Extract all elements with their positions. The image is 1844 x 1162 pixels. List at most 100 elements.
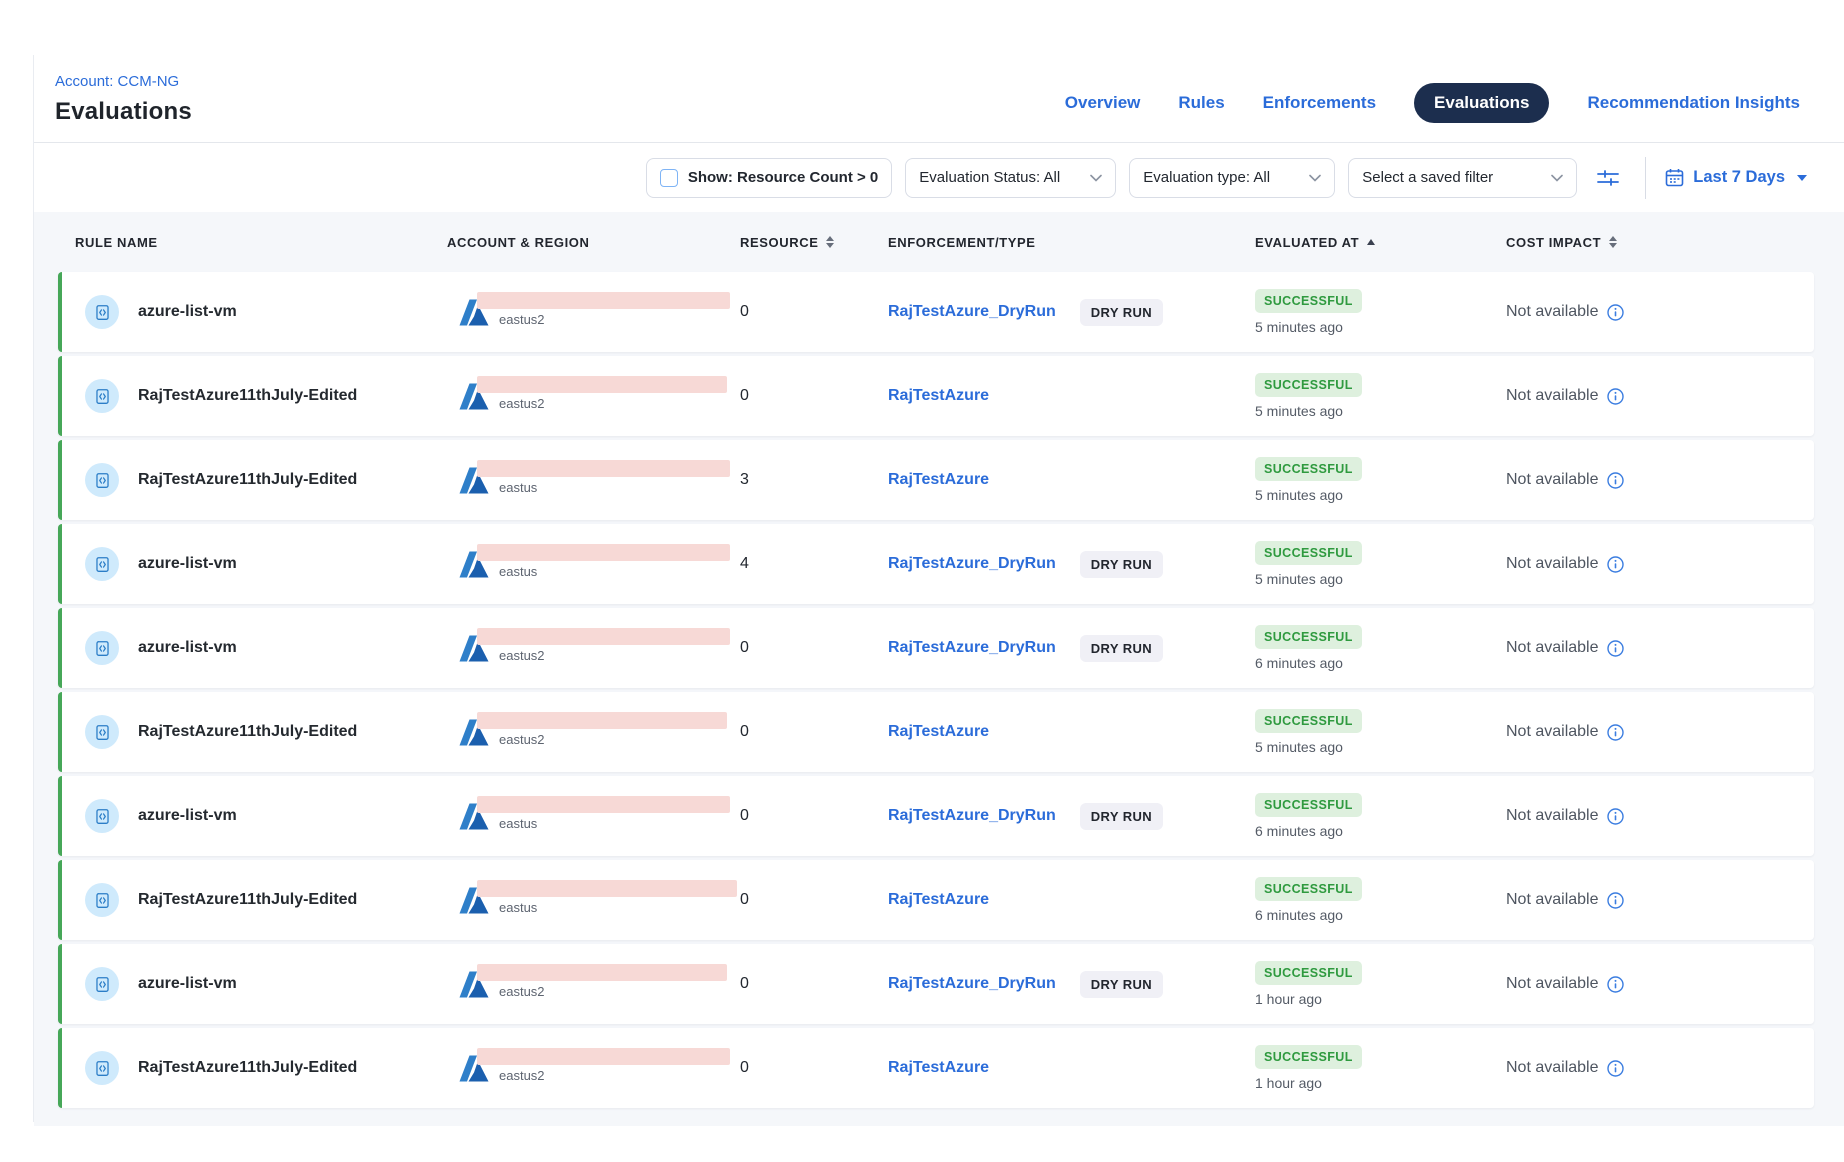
enforcement-link[interactable]: RajTestAzure_DryRun — [888, 555, 1056, 573]
sort-arrows-icon[interactable] — [1609, 236, 1617, 248]
table-row[interactable]: azure-list-vm eastus2 0 RajTestAzure_Dry… — [58, 608, 1814, 688]
enforcement-link[interactable]: RajTestAzure_DryRun — [888, 303, 1056, 321]
account-breadcrumb[interactable]: Account: CCM-NG — [55, 73, 179, 90]
info-icon[interactable] — [1607, 556, 1624, 573]
info-icon[interactable] — [1607, 640, 1624, 657]
redacted-account-name — [477, 292, 730, 309]
rule-cell: azure-list-vm — [62, 295, 447, 329]
table-row[interactable]: azure-list-vm eastus2 0 RajTestAzure_Dry… — [58, 272, 1814, 352]
table-row[interactable]: azure-list-vm eastus 4 RajTestAzure_DryR… — [58, 524, 1814, 604]
info-icon[interactable] — [1607, 1060, 1624, 1077]
column-header-evaluated-at[interactable]: EVALUATED AT — [1255, 235, 1506, 250]
sort-ascending-icon[interactable] — [1367, 239, 1375, 245]
enforcement-cell: RajTestAzure — [888, 387, 1255, 405]
chevron-down-icon — [1309, 174, 1321, 182]
table-row[interactable]: RajTestAzure11thJuly-Edited eastus2 0 Ra… — [58, 356, 1814, 436]
rule-name: azure-list-vm — [138, 303, 237, 321]
column-header-rule-name[interactable]: RULE NAME — [62, 235, 447, 250]
resource-count: 0 — [740, 387, 888, 405]
enforcement-cell: RajTestAzure_DryRun DRY RUN — [888, 299, 1255, 326]
enforcement-cell: RajTestAzure — [888, 1059, 1255, 1077]
calendar-icon — [1665, 168, 1684, 187]
cost-impact-value: Not available — [1506, 303, 1599, 321]
info-icon[interactable] — [1607, 808, 1624, 825]
column-header-enforcement-type[interactable]: ENFORCEMENT/TYPE — [888, 235, 1255, 250]
enforcement-link[interactable]: RajTestAzure_DryRun — [888, 807, 1056, 825]
enforcement-link[interactable]: RajTestAzure_DryRun — [888, 639, 1056, 657]
enforcement-cell: RajTestAzure — [888, 723, 1255, 741]
resource-count-checkbox[interactable] — [660, 169, 678, 187]
account-region-cell: eastus — [447, 466, 740, 495]
cost-impact-value: Not available — [1506, 471, 1599, 489]
column-header-resource[interactable]: RESOURCE — [740, 235, 888, 250]
account-region-cell: eastus2 — [447, 382, 740, 411]
filter-settings-button[interactable] — [1590, 160, 1626, 196]
status-badge: SUCCESSFUL — [1255, 625, 1362, 649]
rule-cell: azure-list-vm — [62, 967, 447, 1001]
info-icon[interactable] — [1607, 892, 1624, 909]
table-row[interactable]: RajTestAzure11thJuly-Edited eastus 3 Raj… — [58, 440, 1814, 520]
info-icon[interactable] — [1607, 388, 1624, 405]
resource-count: 0 — [740, 975, 888, 993]
status-badge: SUCCESSFUL — [1255, 1045, 1362, 1069]
table-row[interactable]: RajTestAzure11thJuly-Edited eastus2 0 Ra… — [58, 1028, 1814, 1108]
evaluated-at-cell: SUCCESSFUL 1 hour ago — [1255, 961, 1506, 1007]
evaluated-time: 5 minutes ago — [1255, 403, 1506, 419]
cost-impact-cell: Not available — [1506, 975, 1819, 993]
date-range-picker[interactable]: Last 7 Days — [1665, 168, 1807, 187]
enforcement-link[interactable]: RajTestAzure_DryRun — [888, 975, 1056, 993]
enforcement-link[interactable]: RajTestAzure — [888, 471, 989, 489]
region-label: eastus2 — [499, 648, 730, 663]
cost-impact-cell: Not available — [1506, 387, 1819, 405]
enforcement-link[interactable]: RajTestAzure — [888, 1059, 989, 1077]
evaluation-status-select[interactable]: Evaluation Status: All — [905, 158, 1116, 198]
info-icon[interactable] — [1607, 304, 1624, 321]
rule-code-icon — [85, 883, 119, 917]
tab-evaluations[interactable]: Evaluations — [1414, 83, 1549, 123]
cost-impact-cell: Not available — [1506, 891, 1819, 909]
table-row[interactable]: azure-list-vm eastus 0 RajTestAzure_DryR… — [58, 776, 1814, 856]
redacted-account-name — [477, 964, 727, 981]
info-icon[interactable] — [1607, 724, 1624, 741]
info-icon[interactable] — [1607, 472, 1624, 489]
dry-run-badge: DRY RUN — [1080, 299, 1163, 326]
column-header-account-region[interactable]: ACCOUNT & REGION — [447, 235, 740, 250]
account-info: eastus2 — [477, 376, 727, 411]
status-badge: SUCCESSFUL — [1255, 961, 1362, 985]
account-info: eastus — [477, 796, 730, 831]
saved-filter-select[interactable]: Select a saved filter — [1348, 158, 1577, 198]
cost-impact-cell: Not available — [1506, 303, 1819, 321]
enforcement-link[interactable]: RajTestAzure — [888, 723, 989, 741]
enforcement-cell: RajTestAzure_DryRun DRY RUN — [888, 971, 1255, 998]
tab-recommendation-insights[interactable]: Recommendation Insights — [1587, 93, 1800, 113]
evaluated-time: 6 minutes ago — [1255, 655, 1506, 671]
tab-enforcements[interactable]: Enforcements — [1263, 93, 1376, 113]
status-badge: SUCCESSFUL — [1255, 793, 1362, 817]
caret-down-icon — [1797, 175, 1807, 181]
resource-count-filter[interactable]: Show: Resource Count > 0 — [646, 158, 892, 198]
table-row[interactable]: RajTestAzure11thJuly-Edited eastus 0 Raj… — [58, 860, 1814, 940]
table-row[interactable]: RajTestAzure11thJuly-Edited eastus2 0 Ra… — [58, 692, 1814, 772]
account-region-cell: eastus — [447, 886, 740, 915]
enforcement-cell: RajTestAzure_DryRun DRY RUN — [888, 803, 1255, 830]
rule-cell: RajTestAzure11thJuly-Edited — [62, 883, 447, 917]
evaluation-type-select[interactable]: Evaluation type: All — [1129, 158, 1335, 198]
enforcement-link[interactable]: RajTestAzure — [888, 891, 989, 909]
tab-overview[interactable]: Overview — [1065, 93, 1141, 113]
cost-impact-value: Not available — [1506, 975, 1599, 993]
rule-code-icon — [85, 715, 119, 749]
filter-bar: Show: Resource Count > 0 Evaluation Stat… — [34, 143, 1844, 212]
enforcement-link[interactable]: RajTestAzure — [888, 387, 989, 405]
region-label: eastus2 — [499, 732, 727, 747]
info-icon[interactable] — [1607, 976, 1624, 993]
tab-rules[interactable]: Rules — [1178, 93, 1224, 113]
account-region-cell: eastus2 — [447, 634, 740, 663]
evaluated-at-cell: SUCCESSFUL 5 minutes ago — [1255, 541, 1506, 587]
evaluated-time: 5 minutes ago — [1255, 487, 1506, 503]
sort-arrows-icon[interactable] — [826, 236, 834, 248]
region-label: eastus — [499, 564, 730, 579]
evaluations-table: RULE NAME ACCOUNT & REGION RESOURCE ENFO… — [34, 212, 1844, 1126]
evaluation-type-value: Evaluation type: All — [1143, 169, 1270, 186]
table-row[interactable]: azure-list-vm eastus2 0 RajTestAzure_Dry… — [58, 944, 1814, 1024]
column-header-cost-impact[interactable]: COST IMPACT — [1506, 235, 1819, 250]
